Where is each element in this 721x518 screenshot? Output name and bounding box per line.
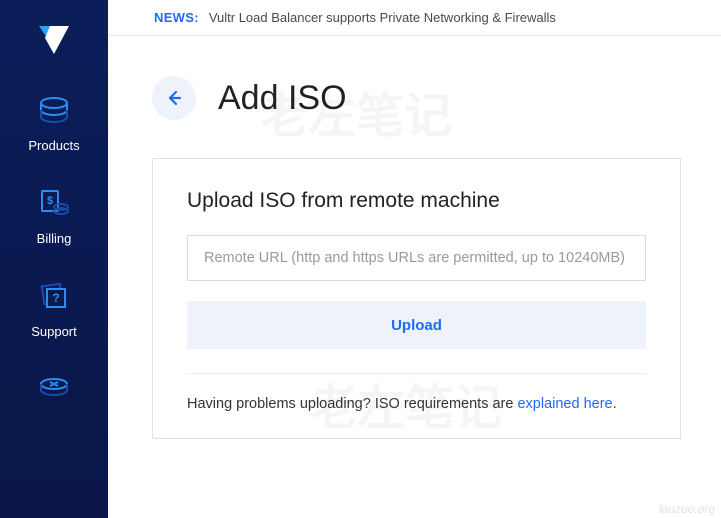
billing-icon: $ xyxy=(32,181,76,225)
news-label: NEWS: xyxy=(154,10,199,25)
stack-close-icon xyxy=(32,367,76,411)
upload-button[interactable]: Upload xyxy=(187,301,646,349)
divider xyxy=(187,373,646,374)
source-watermark: laozuo.org xyxy=(659,502,715,516)
vultr-logo xyxy=(33,18,75,60)
help-prefix: Having problems uploading? ISO requireme… xyxy=(187,396,517,412)
support-icon: ? xyxy=(32,274,76,318)
sidebar-item-products[interactable]: Products xyxy=(28,88,79,153)
sidebar-item-extra[interactable] xyxy=(32,367,76,417)
help-suffix: . xyxy=(613,396,617,412)
page-title: Add ISO xyxy=(218,79,347,118)
svg-text:$: $ xyxy=(47,195,53,207)
remote-url-input[interactable] xyxy=(187,235,646,281)
sidebar-item-label: Billing xyxy=(37,231,72,246)
help-link[interactable]: explained here xyxy=(517,396,612,412)
upload-card: Upload ISO from remote machine Upload Ha… xyxy=(152,158,681,439)
products-icon xyxy=(32,88,76,132)
news-bar: NEWS: Vultr Load Balancer supports Priva… xyxy=(108,0,721,36)
sidebar: Products $ Billing ? Support xyxy=(0,0,108,518)
main-content: Add ISO Upload ISO from remote machine U… xyxy=(108,36,721,518)
svg-text:?: ? xyxy=(52,291,59,305)
page-header: Add ISO xyxy=(152,76,681,120)
sidebar-item-label: Products xyxy=(28,138,79,153)
sidebar-item-label: Support xyxy=(31,324,77,339)
sidebar-item-billing[interactable]: $ Billing xyxy=(32,181,76,246)
card-title: Upload ISO from remote machine xyxy=(187,189,646,213)
news-text[interactable]: Vultr Load Balancer supports Private Net… xyxy=(209,10,556,25)
help-text: Having problems uploading? ISO requireme… xyxy=(187,396,646,412)
arrow-left-icon xyxy=(164,88,184,108)
sidebar-item-support[interactable]: ? Support xyxy=(31,274,77,339)
back-button[interactable] xyxy=(152,76,196,120)
